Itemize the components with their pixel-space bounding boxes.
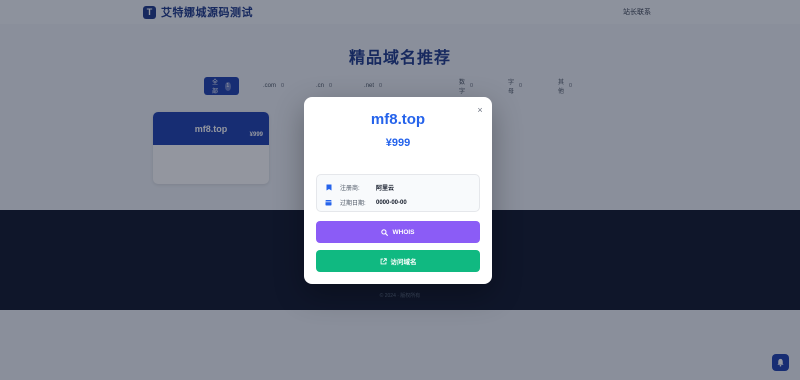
whois-button-label: WHOIS xyxy=(392,228,415,236)
visit-button-label: 访问域名 xyxy=(390,259,417,266)
modal-domain-price: ¥999 xyxy=(385,137,411,149)
registrar-value: 阿里云 xyxy=(376,186,395,192)
calendar-icon xyxy=(325,199,332,206)
domain-info-box: 注册商: 阿里云 过期日期: 0000-00-00 xyxy=(316,174,480,212)
search-icon xyxy=(381,228,389,236)
registrar-row: 注册商: 阿里云 xyxy=(325,183,394,192)
domain-detail-modal: × mf8.top ¥999 注册商: 阿里云 过期日期: 0000-00-00… xyxy=(304,97,492,284)
external-link-icon xyxy=(380,257,387,265)
expiry-row: 过期日期: 0000-00-00 xyxy=(325,198,407,207)
expiry-label: 过期日期: xyxy=(340,201,366,207)
bookmark-icon xyxy=(325,184,332,191)
registrar-label: 注册商: xyxy=(340,186,360,192)
expiry-value: 0000-00-00 xyxy=(376,199,407,206)
visit-domain-button[interactable]: 访问域名 xyxy=(316,250,480,272)
modal-domain-name: mf8.top xyxy=(370,111,426,128)
whois-button[interactable]: WHOIS xyxy=(316,221,480,243)
